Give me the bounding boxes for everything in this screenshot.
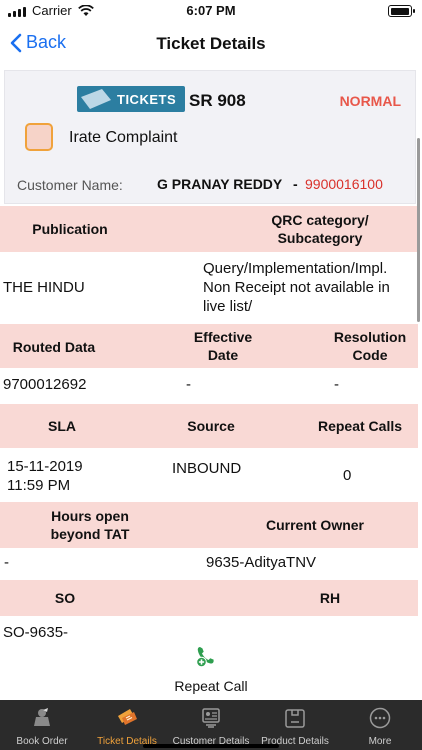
customer-separator: - <box>293 176 298 192</box>
tickets-logo-text: TICKETS <box>117 91 177 107</box>
resolution-code-header: Resolution Code <box>320 328 420 364</box>
effective-header-line1: Effective <box>193 329 253 345</box>
customer-name: G PRANAY REDDY <box>157 176 283 192</box>
sla-header: SLA <box>48 418 76 434</box>
hours-open-header: Hours open beyond TAT <box>30 507 150 543</box>
ticket-details-scroll[interactable]: TICKETS SR 908 NORMAL Irate Complaint Cu… <box>0 66 422 640</box>
current-owner-header: Current Owner <box>265 517 364 533</box>
page-title: Ticket Details <box>156 34 266 53</box>
irate-complaint-label: Irate Complaint <box>69 129 178 146</box>
tickets-icon <box>118 709 137 725</box>
resolution-header-line1: Resolution <box>333 329 407 345</box>
hours-header-line2: beyond TAT <box>50 526 130 542</box>
customer-name-label: Customer Name: <box>17 177 123 193</box>
tab-product-details[interactable]: Product Details <box>252 700 338 750</box>
sla-date: 15-11-2019 <box>7 458 83 475</box>
tab-label-more: More <box>368 736 392 747</box>
qrc-value-line2: Non Receipt not available in <box>203 279 390 296</box>
qrc-value-line3: live list/ <box>203 298 253 315</box>
resolution-header-line2: Code <box>352 347 388 363</box>
tab-more[interactable]: More <box>338 700 422 750</box>
customer-details-icon <box>202 708 220 728</box>
repeat-calls-value: 0 <box>343 467 352 484</box>
rh-header: RH <box>319 590 341 606</box>
tickets-logo: TICKETS <box>77 86 185 112</box>
hours-header-row: Hours open beyond TAT Current Owner <box>0 502 418 548</box>
sla-value: 15-11-2019 11:59 PM <box>7 457 83 495</box>
repeat-call-label: Repeat Call <box>174 678 248 694</box>
tab-customer-details[interactable]: Customer Details <box>170 700 252 750</box>
effective-date-value: - <box>186 376 191 393</box>
status-bar: Carrier 6:07 PM <box>0 0 422 22</box>
tab-ticket-details[interactable]: Ticket Details <box>84 700 170 750</box>
so-header: SO <box>54 590 76 606</box>
tab-bar: Book Order Ticket Details Customer Detai… <box>0 700 422 750</box>
qrc-header-line2: Subcategory <box>277 230 363 246</box>
publication-value: THE HINDU <box>3 279 85 296</box>
resolution-code-value: - <box>334 376 339 393</box>
qrc-header-line1: QRC category/ <box>271 212 369 228</box>
product-details-icon <box>285 709 305 728</box>
qrc-value: Query/Implementation/Impl. Non Receipt n… <box>203 259 418 316</box>
current-owner-value: 9635-AdityaTNV <box>206 554 317 571</box>
customer-phone-link[interactable]: 9900016100 <box>305 176 383 192</box>
source-header: Source <box>187 418 235 434</box>
qrc-header: QRC category/ Subcategory <box>230 211 410 247</box>
hours-open-value: - <box>4 554 9 571</box>
publication-header: Publication <box>32 221 108 237</box>
so-header-row: SO RH <box>0 580 418 616</box>
routed-data-value: 9700012692 <box>3 376 87 393</box>
hours-header-line1: Hours open <box>51 508 129 524</box>
book-order-icon <box>34 708 50 726</box>
ticket-icon <box>81 89 111 109</box>
more-icon <box>369 707 391 729</box>
publication-header-row: Publication QRC category/ Subcategory <box>0 206 418 252</box>
repeat-call-button[interactable]: Repeat Call <box>0 640 422 700</box>
effective-header-line2: Date <box>207 347 239 363</box>
repeat-calls-header: Repeat Calls <box>317 418 403 434</box>
sr-number: SR 908 <box>189 91 246 110</box>
so-value: SO-9635- <box>3 624 69 640</box>
routed-header-row: Routed Data Effective Date Resolution Co… <box>0 324 418 368</box>
source-value: INBOUND <box>172 460 242 477</box>
tab-book-order[interactable]: Book Order <box>0 700 84 750</box>
status-time: 6:07 PM <box>186 3 236 18</box>
priority-badge: NORMAL <box>339 93 401 109</box>
irate-complaint-checkbox[interactable] <box>25 123 53 151</box>
ticket-summary-card: TICKETS SR 908 NORMAL Irate Complaint Cu… <box>4 70 416 204</box>
nav-bar: Back Ticket Details <box>0 22 422 66</box>
tab-label-book-order: Book Order <box>16 736 68 747</box>
scrollbar[interactable] <box>417 138 420 322</box>
phone-plus-icon <box>196 647 214 668</box>
effective-date-header: Effective Date <box>160 328 286 364</box>
sla-header-row: SLA Source Repeat Calls <box>0 404 418 448</box>
qrc-value-line1: Query/Implementation/Impl. <box>203 260 388 277</box>
routed-data-header: Routed Data <box>12 339 96 355</box>
sla-time: 11:59 PM <box>7 477 71 494</box>
home-indicator <box>143 744 279 748</box>
battery-icon <box>388 5 415 17</box>
